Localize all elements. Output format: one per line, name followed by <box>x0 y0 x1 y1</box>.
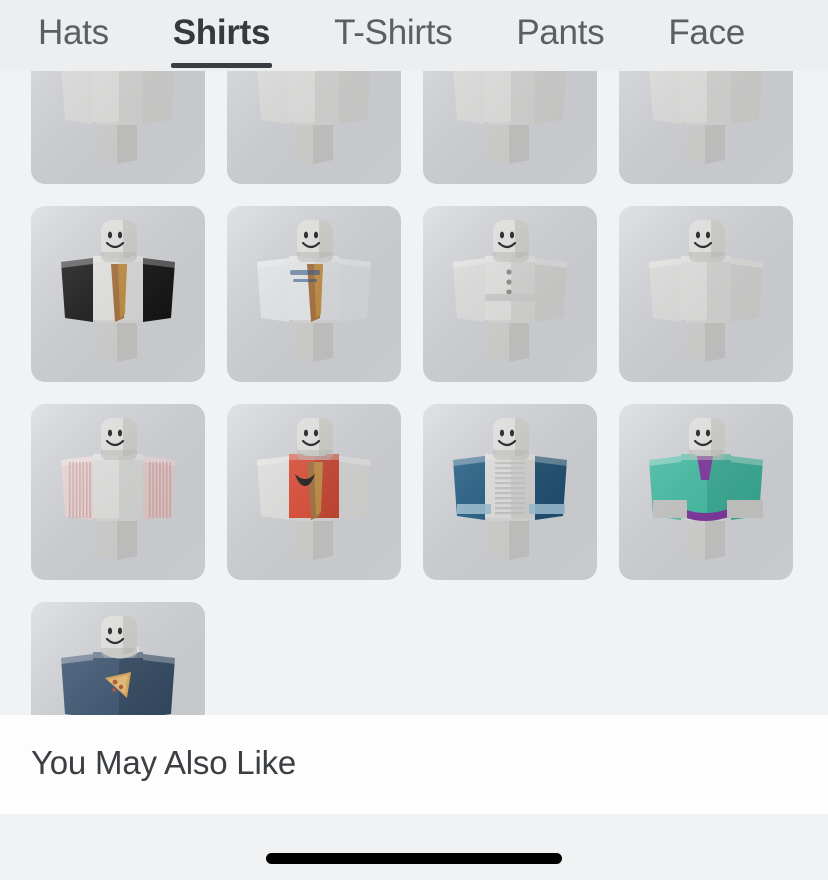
catalog-item-card[interactable] <box>423 206 597 382</box>
tabbar-right-fade <box>754 0 828 71</box>
avatar-thumbnail <box>31 404 205 580</box>
catalog-grid-filler <box>619 602 793 715</box>
catalog-grid <box>31 71 797 715</box>
catalog-item-card[interactable] <box>31 206 205 382</box>
tab-face[interactable]: Face <box>666 0 747 71</box>
recommendations-section: You May Also Like <box>0 715 828 814</box>
catalog-item-card[interactable] <box>423 71 597 184</box>
catalog-item-card[interactable] <box>227 404 401 580</box>
catalog-grid-filler <box>227 602 401 715</box>
avatar-thumbnail <box>423 404 597 580</box>
catalog-scroll-region[interactable] <box>0 71 828 715</box>
recommendations-title: You May Also Like <box>31 744 297 781</box>
tab-label: Shirts <box>172 12 271 52</box>
catalog-item-card[interactable] <box>31 71 205 184</box>
avatar-thumbnail <box>619 71 793 184</box>
avatar-thumbnail <box>31 206 205 382</box>
catalog-item-card[interactable] <box>619 404 793 580</box>
catalog-screen: Hats Shirts T-Shirts Pants Face You May … <box>0 0 828 880</box>
catalog-item-card[interactable] <box>423 404 597 580</box>
tab-t-shirts[interactable]: T-Shirts <box>332 0 454 71</box>
recommendations-carousel-area[interactable] <box>0 814 828 880</box>
avatar-thumbnail <box>227 71 401 184</box>
tab-active-underline <box>170 63 273 68</box>
avatar-thumbnail <box>423 206 597 382</box>
tab-label: Hats <box>38 12 109 52</box>
avatar-thumbnail <box>227 206 401 382</box>
tab-shirts[interactable]: Shirts <box>170 0 273 71</box>
tab-label: T-Shirts <box>334 12 453 52</box>
category-tab-scroller[interactable]: Hats Shirts T-Shirts Pants Face <box>0 0 747 71</box>
catalog-grid-filler <box>423 602 597 715</box>
category-tab-bar: Hats Shirts T-Shirts Pants Face <box>0 0 828 71</box>
catalog-item-card[interactable] <box>227 206 401 382</box>
tab-label: Pants <box>516 12 605 52</box>
catalog-item-card[interactable] <box>31 602 205 715</box>
avatar-thumbnail <box>31 71 205 184</box>
avatar-thumbnail <box>227 404 401 580</box>
tab-pants[interactable]: Pants <box>514 0 606 71</box>
catalog-item-card[interactable] <box>31 404 205 580</box>
tab-hats[interactable]: Hats <box>36 0 111 71</box>
avatar-thumbnail <box>619 404 793 580</box>
tab-label: Face <box>668 12 745 52</box>
avatar-thumbnail <box>423 71 597 184</box>
home-indicator-bar <box>266 853 562 864</box>
catalog-item-card[interactable] <box>619 206 793 382</box>
avatar-thumbnail <box>31 602 205 715</box>
catalog-item-card[interactable] <box>227 71 401 184</box>
catalog-item-card[interactable] <box>619 71 793 184</box>
avatar-thumbnail <box>619 206 793 382</box>
